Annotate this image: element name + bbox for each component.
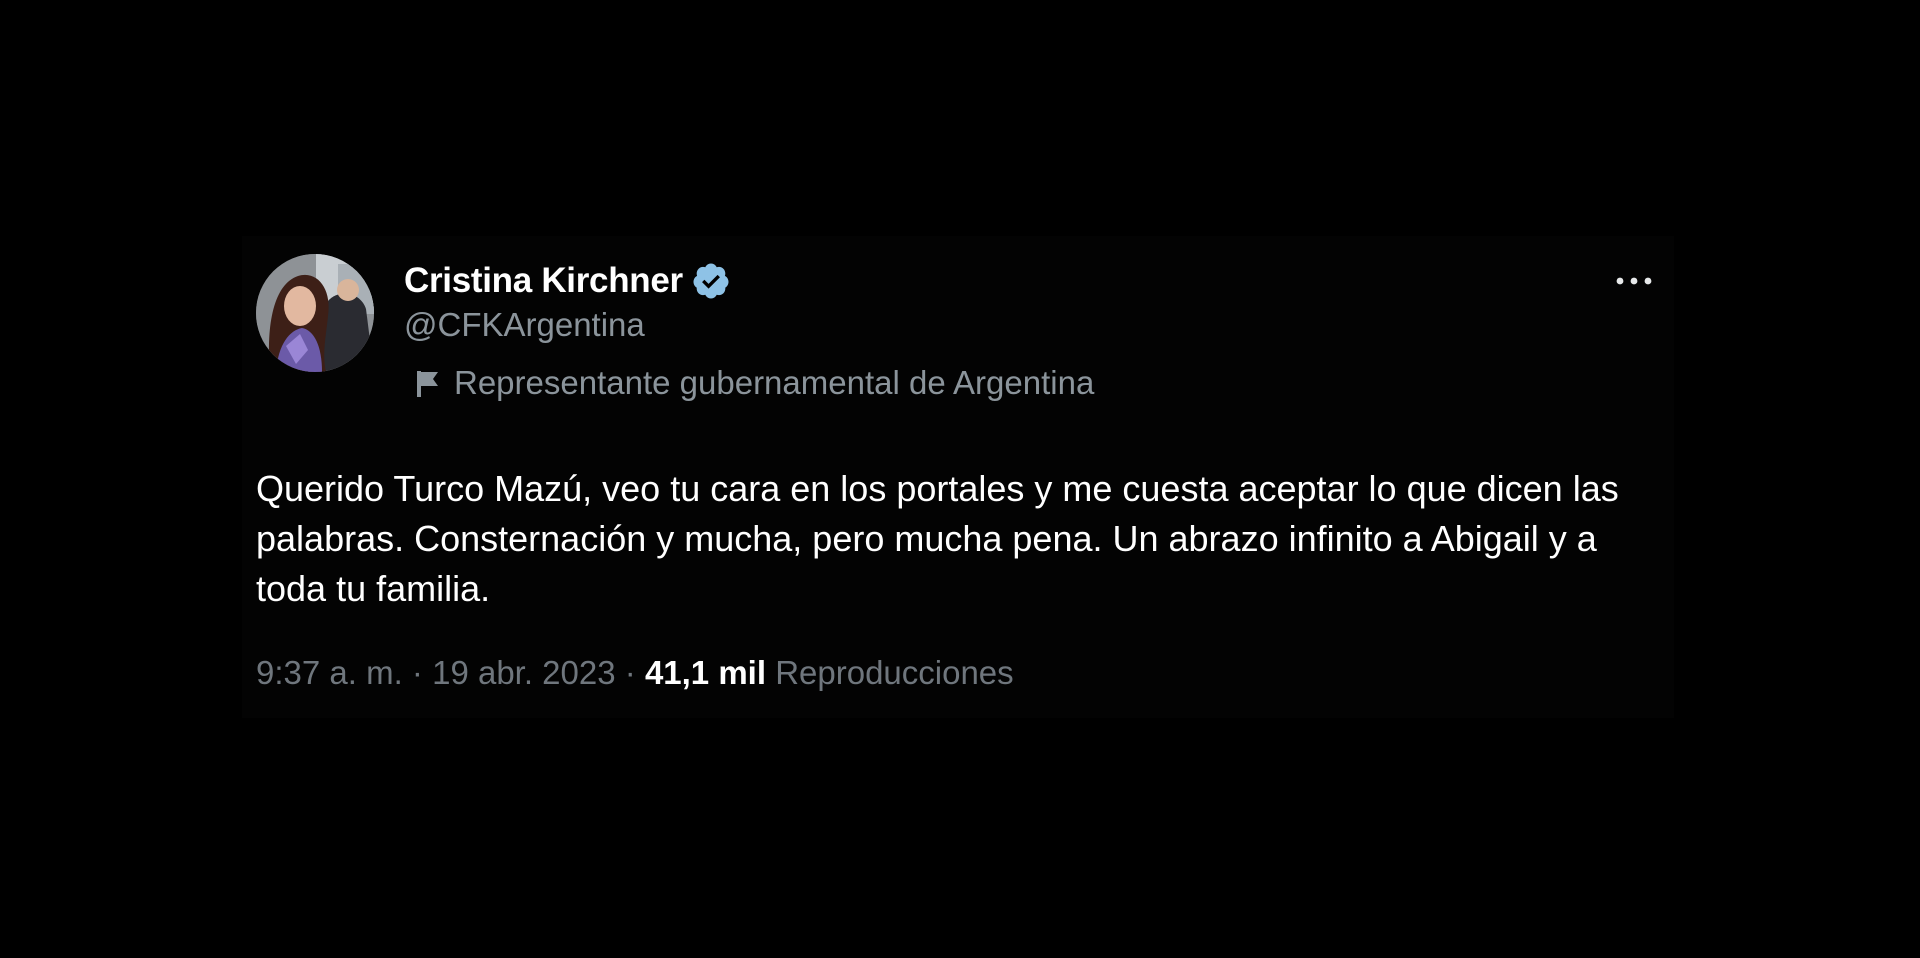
views-count[interactable]: 41,1 mil (645, 654, 766, 691)
flag-icon (417, 371, 438, 397)
user-handle[interactable]: @CFKArgentina (404, 306, 645, 344)
tweet-text: Querido Turco Mazú, veo tu cara en los p… (256, 468, 1619, 609)
display-name-row: Cristina Kirchner (404, 258, 731, 304)
avatar[interactable] (256, 254, 374, 372)
display-name[interactable]: Cristina Kirchner (404, 261, 683, 301)
tweet-date[interactable]: 19 abr. 2023 (432, 654, 616, 691)
more-options-icon (1616, 277, 1652, 285)
tweet-meta: 9:37 a. m. · 19 abr. 2023 · 41,1 mil Rep… (256, 654, 1014, 692)
meta-separator: · (411, 654, 423, 691)
verified-badge-icon[interactable] (691, 261, 731, 301)
profile-photo (256, 254, 374, 372)
views-label: Reproducciones (775, 654, 1014, 691)
government-label-text: Representante gubernamental de Argentina (454, 364, 1095, 401)
tweet-time[interactable]: 9:37 a. m. (256, 654, 403, 691)
government-label: Representante gubernamental de Argentina (414, 364, 1094, 402)
meta-separator: · (624, 654, 636, 691)
tweet-card: Cristina Kirchner @CFKArgentina Represen… (242, 236, 1674, 718)
more-options-button[interactable] (1610, 266, 1658, 296)
